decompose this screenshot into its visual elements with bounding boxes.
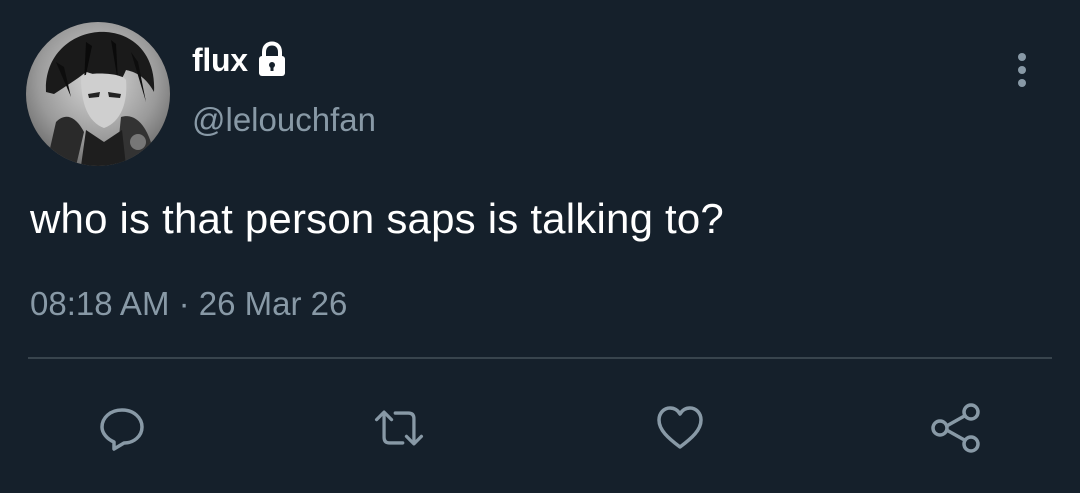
tweet-text: who is that person saps is talking to? — [30, 195, 724, 242]
retweet-button[interactable] — [371, 400, 427, 456]
tweet-timestamp[interactable]: 08:18 AM · 26 Mar 26 — [30, 285, 347, 323]
author-name-row[interactable]: flux — [192, 38, 290, 82]
retweet-icon — [374, 410, 424, 446]
share-icon — [931, 403, 980, 453]
more-options-button[interactable] — [1004, 48, 1040, 92]
divider — [28, 357, 1052, 359]
avatar[interactable] — [26, 22, 170, 166]
lock-icon — [254, 40, 290, 80]
heart-icon — [657, 406, 703, 449]
more-vertical-icon — [1018, 53, 1026, 87]
reply-button[interactable] — [94, 400, 150, 456]
author-handle[interactable]: @lelouchfan — [192, 101, 376, 139]
avatar-image — [26, 22, 170, 166]
tweet-card: flux @lelouchfan who is that person saps… — [0, 0, 1080, 493]
like-button[interactable] — [652, 400, 708, 456]
reply-icon — [100, 408, 144, 451]
display-name[interactable]: flux — [192, 42, 248, 79]
share-button[interactable] — [928, 400, 984, 456]
